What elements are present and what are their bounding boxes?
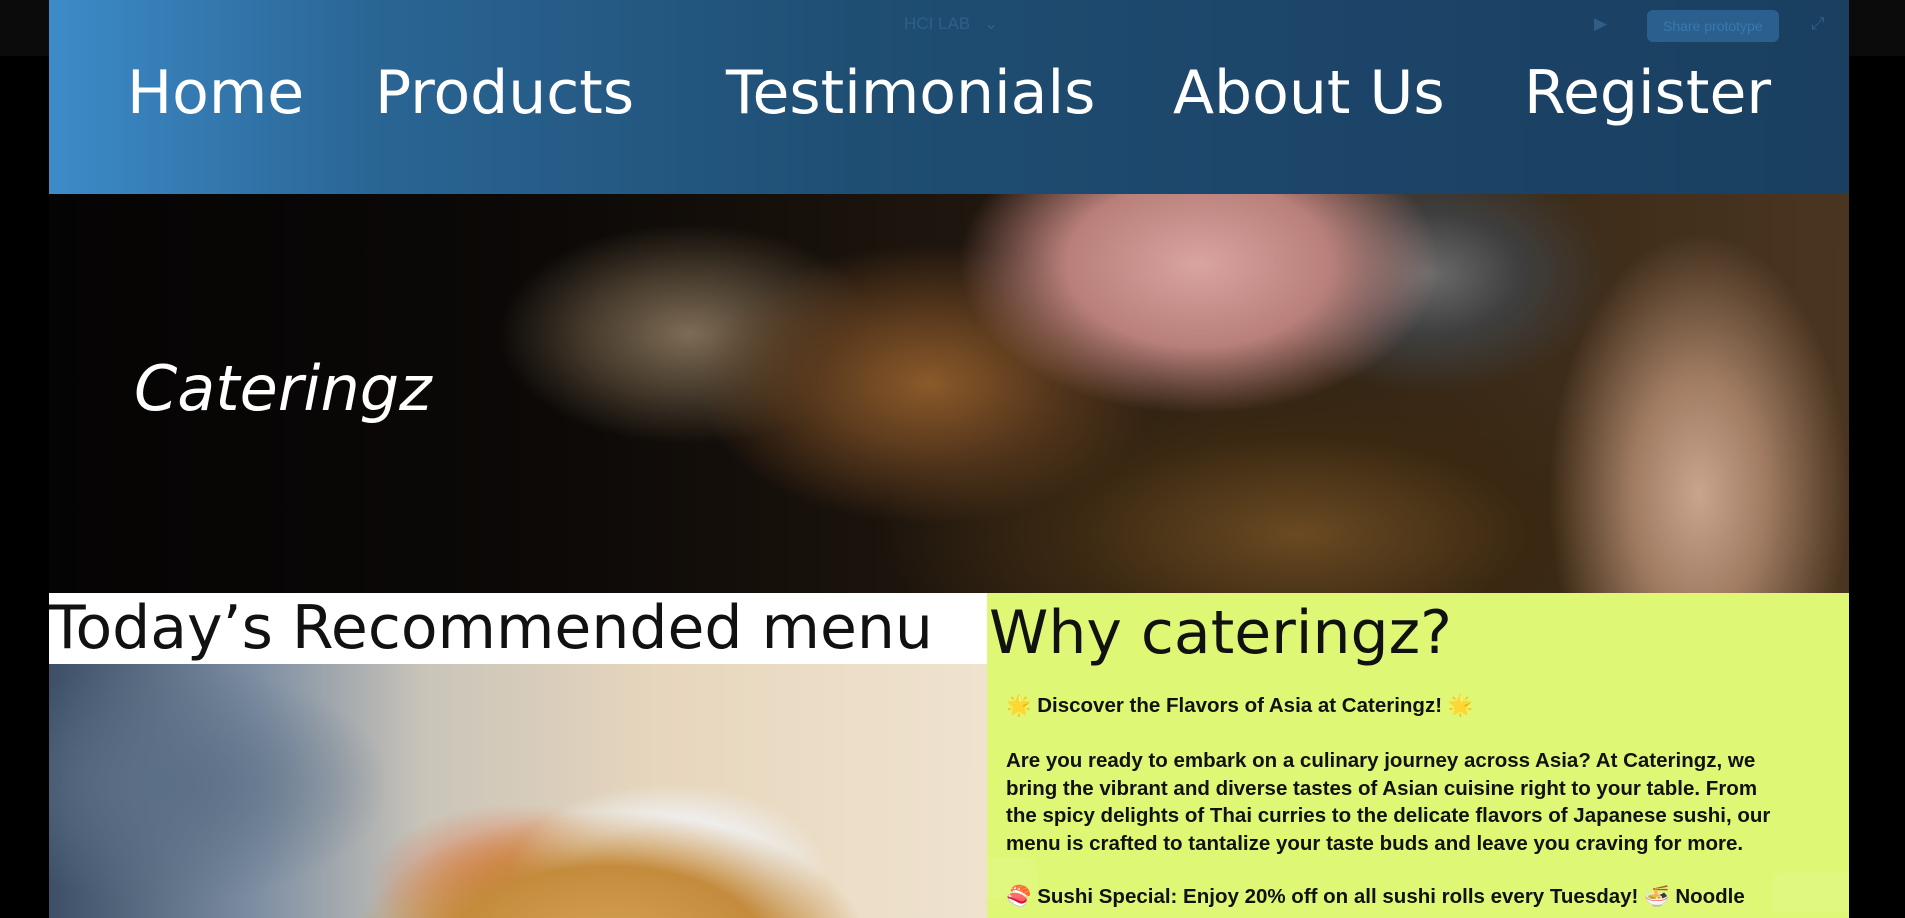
nav-products[interactable]: Products <box>375 56 634 130</box>
why-paragraph-line: menu is crafted to tantalize your taste … <box>1006 831 1744 855</box>
noodle-special-text: Noodle <box>1675 885 1745 908</box>
star-icon: 🌟 <box>1006 693 1032 717</box>
why-paragraph-line: bring the vibrant and diverse tastes of … <box>1006 776 1758 800</box>
recommended-menu-header: Today’s Recommended menu <box>49 593 987 664</box>
faint-overlay-chip <box>1772 873 1849 913</box>
main-nav: HCI LAB ⌄ ▶ Share prototype ⤢ Home Produ… <box>49 0 1849 194</box>
prototype-frame: HCI LAB ⌄ ▶ Share prototype ⤢ Home Produ… <box>49 0 1849 918</box>
why-title: Why cateringz? <box>989 598 1452 668</box>
recommended-menu-title: Today’s Recommended menu <box>49 593 933 663</box>
noodle-icon: 🍜 <box>1644 884 1670 908</box>
why-headline-text: Discover the Flavors of Asia at Catering… <box>1037 694 1443 717</box>
play-icon[interactable]: ▶ <box>1594 14 1607 34</box>
why-paragraph: Are you ready to embark on a culinary jo… <box>1006 747 1849 857</box>
nav-home[interactable]: Home <box>127 56 304 130</box>
nav-about-us[interactable]: About Us <box>1173 56 1445 130</box>
share-prototype-button[interactable]: Share prototype <box>1647 10 1779 42</box>
hero-banner: Cateringz <box>49 194 1849 593</box>
sushi-special: 🍣 Sushi Special: Enjoy 20% off on all su… <box>1006 883 1849 911</box>
nav-register[interactable]: Register <box>1524 56 1771 130</box>
why-paragraph-line: Are you ready to embark on a culinary jo… <box>1006 749 1756 772</box>
chevron-down-icon[interactable]: ⌄ <box>984 14 998 34</box>
recommended-menu-image <box>49 664 987 918</box>
toolbar-title[interactable]: HCI LAB <box>904 14 970 34</box>
expand-icon[interactable]: ⤢ <box>1811 14 1825 34</box>
why-cateringz-panel: Why cateringz? 🌟 Discover the Flavors of… <box>987 593 1849 918</box>
sushi-special-text: Sushi Special: Enjoy 20% off on all sush… <box>1037 885 1639 908</box>
why-headline: 🌟 Discover the Flavors of Asia at Cateri… <box>1006 692 1849 720</box>
hero-title: Cateringz <box>134 352 432 425</box>
faint-overlay-chip <box>987 858 1037 898</box>
why-paragraph-line: the spicy delights of Thai curries to th… <box>1006 804 1771 827</box>
nav-testimonials[interactable]: Testimonials <box>726 56 1095 130</box>
star-icon: 🌟 <box>1447 693 1474 717</box>
